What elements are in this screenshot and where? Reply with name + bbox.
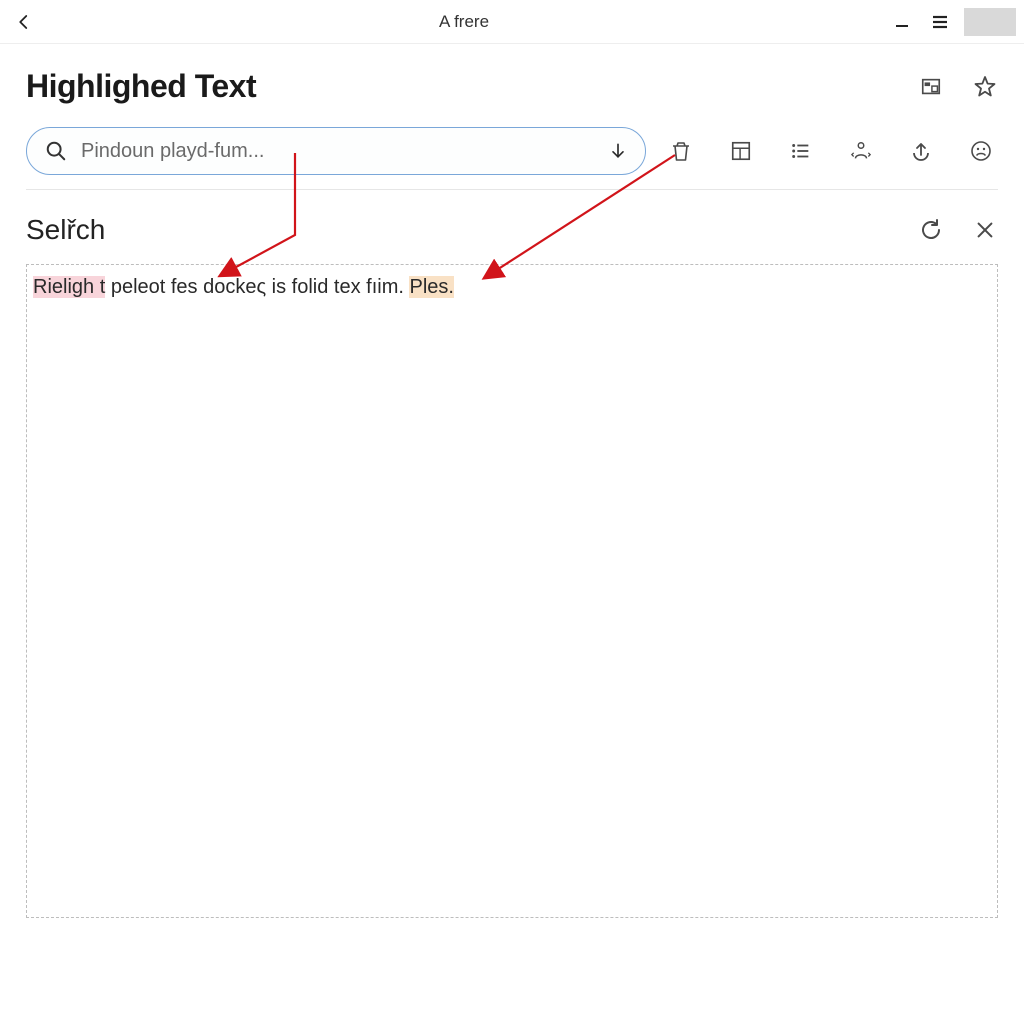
window-layout-button[interactable]: [918, 74, 944, 100]
refresh-icon: [919, 218, 943, 242]
window-title: A frere: [40, 12, 888, 32]
text-canvas[interactable]: Rieligh t peleot fes dockeς is folid tex…: [26, 264, 998, 918]
section-title: Selřch: [26, 214, 105, 246]
emoji-button[interactable]: [968, 138, 994, 164]
highlight-orange: Ples.: [409, 276, 453, 298]
window-handle[interactable]: [964, 8, 1016, 36]
layout-icon: [730, 140, 752, 162]
list-button[interactable]: [788, 138, 814, 164]
minimize-button[interactable]: [888, 8, 916, 36]
header-actions: [918, 74, 998, 100]
list-icon: [790, 140, 812, 162]
body-text: Rieligh t peleot fes dockeς is folid tex…: [27, 273, 997, 301]
section-header: Selřch: [26, 214, 998, 246]
menu-button[interactable]: [926, 8, 954, 36]
section-actions: [918, 217, 998, 243]
page-title: Highlighed Text: [26, 68, 256, 105]
page-header: Highlighed Text: [26, 68, 998, 105]
layout-button[interactable]: [728, 138, 754, 164]
search-row: [26, 127, 998, 175]
highlight-pink: Rieligh t: [33, 276, 105, 298]
star-button[interactable]: [972, 74, 998, 100]
body-text-mid: peleot fes dockeς is folid tex fıim.: [105, 276, 409, 298]
star-icon: [973, 75, 997, 99]
user-code-icon: [850, 140, 872, 162]
titlebar: A frere: [0, 0, 1024, 44]
hamburger-icon: [931, 13, 949, 31]
window-controls: [888, 8, 1016, 36]
delete-button[interactable]: [668, 138, 694, 164]
divider: [26, 189, 998, 190]
minimize-icon: [894, 14, 910, 30]
search-field[interactable]: [26, 127, 646, 175]
arrow-down-icon: [608, 141, 628, 161]
search-submit-button[interactable]: [605, 138, 631, 164]
trash-icon: [669, 139, 693, 163]
upload-button[interactable]: [908, 138, 934, 164]
toolbar: [668, 138, 994, 164]
sad-face-icon: [969, 139, 993, 163]
search-input[interactable]: [81, 140, 605, 163]
close-button[interactable]: [972, 217, 998, 243]
refresh-button[interactable]: [918, 217, 944, 243]
close-icon: [974, 219, 996, 241]
search-icon: [45, 140, 67, 162]
upload-icon: [909, 139, 933, 163]
arrow-left-icon: [15, 13, 33, 31]
user-code-button[interactable]: [848, 138, 874, 164]
back-button[interactable]: [8, 6, 40, 38]
window-layout-icon: [920, 76, 942, 98]
